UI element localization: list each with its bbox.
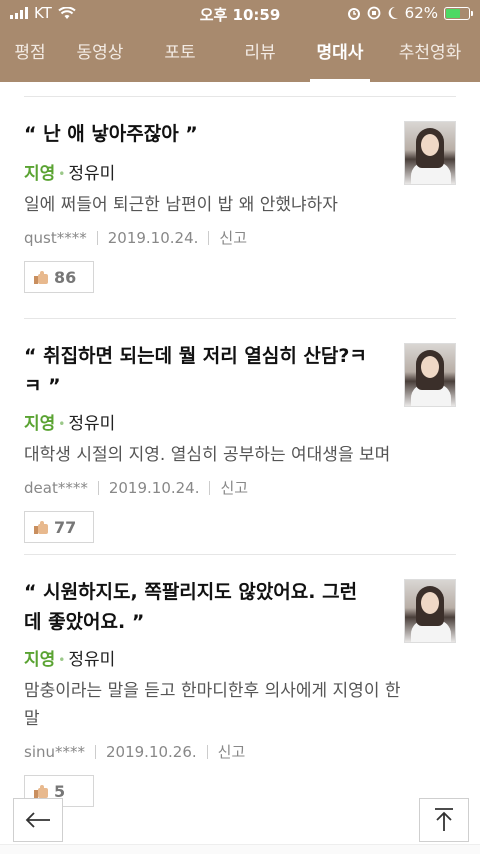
quote-text: “ 시원하지도, 쪽팔리지도 않았어요. 그런 데 좋았어요. ” (24, 581, 358, 633)
thumbs-up-icon (34, 270, 48, 284)
meta-row: sinu**** 2019.10.26. 신고 (24, 741, 245, 762)
actor-name[interactable]: 정유미 (68, 164, 115, 184)
scroll-top-button[interactable] (419, 798, 469, 842)
character-name[interactable]: 지영 (24, 164, 55, 184)
separator-dot: • (58, 417, 66, 431)
post-date: 2019.10.24. (108, 478, 200, 497)
like-count: 77 (54, 517, 77, 537)
actor-name[interactable]: 정유미 (68, 650, 115, 670)
famous-lines-list: “ 난 애 낳아주잖아 ” 지영 • 정유미 일에 쩌들어 퇴근한 남편이 밥 왜 … (24, 96, 456, 807)
tab-recommended[interactable]: 추천영화 (380, 26, 480, 82)
line-description: 일에 쩌들어 퇴근한 남편이 밥 왜 안했냐하자 (24, 195, 338, 215)
quote-text: “ 난 애 낳아주잖아 ” (24, 123, 198, 145)
thumbs-up-icon (34, 784, 48, 798)
status-bar: KT 오후 10:59 62% (0, 0, 480, 26)
tab-videos[interactable]: 동영상 (60, 26, 140, 82)
line-item: “ 시원하지도, 쪽팔리지도 않았어요. 그런 데 좋았어요. ” 지영 • 정유미 … (24, 555, 456, 807)
tab-bar: 평점 동영상 포토 리뷰 명대사 추천영화 (0, 26, 480, 82)
tab-famous-lines[interactable]: 명대사 (300, 26, 380, 82)
role-line: 지영 • 정유미 (24, 159, 115, 184)
line-description: 대학생 시절의 지영. 열심히 공부하는 여대생을 보며 (24, 445, 391, 465)
post-date: 2019.10.26. (106, 742, 197, 761)
role-line: 지영 • 정유미 (24, 645, 115, 670)
tab-photos[interactable]: 포토 (140, 26, 220, 82)
line-description: 맘충이라는 말을 듣고 한마디한후 의사에게 지영이 한말 (24, 681, 401, 729)
like-button[interactable]: 77 (24, 511, 94, 543)
user-id: sinu**** (24, 742, 85, 761)
report-link[interactable]: 신고 (218, 741, 246, 762)
battery-icon (444, 6, 473, 20)
user-id: deat**** (24, 478, 88, 497)
arrow-left-icon (25, 812, 50, 828)
separator-dot: • (58, 167, 66, 181)
separator-dot: • (58, 653, 66, 667)
line-item: “ 취집하면 되는데 뭘 저리 열심히 산담?ㅋㅋ ” 지영 • 정유미 대학생 시… (24, 319, 456, 554)
report-link[interactable]: 신고 (220, 477, 248, 498)
meta-row: qust**** 2019.10.24. 신고 (24, 227, 247, 248)
actor-photo[interactable] (404, 343, 456, 407)
quote-text: “ 취집하면 되는데 뭘 저리 열심히 산담?ㅋㅋ ” (24, 345, 367, 397)
line-item: “ 난 애 낳아주잖아 ” 지영 • 정유미 일에 쩌들어 퇴근한 남편이 밥 왜 … (24, 97, 456, 318)
actor-photo[interactable] (404, 121, 456, 185)
actor-name[interactable]: 정유미 (68, 414, 115, 434)
actor-photo[interactable] (404, 579, 456, 643)
like-count: 86 (54, 267, 77, 287)
meta-row: deat**** 2019.10.24. 신고 (24, 477, 248, 498)
back-button[interactable] (13, 798, 63, 842)
tab-rating[interactable]: 평점 (0, 26, 60, 82)
thumbs-up-icon (34, 520, 48, 534)
status-right: 62% (347, 4, 473, 22)
arrow-up-to-top-icon (435, 808, 453, 831)
battery-percent: 62% (404, 4, 438, 22)
post-date: 2019.10.24. (107, 228, 199, 247)
character-name[interactable]: 지영 (24, 650, 55, 670)
orientation-lock-icon (367, 6, 381, 20)
like-button[interactable]: 86 (24, 261, 94, 293)
character-name[interactable]: 지영 (24, 414, 55, 434)
bottom-bar (0, 844, 480, 854)
role-line: 지영 • 정유미 (24, 409, 115, 434)
tab-reviews[interactable]: 리뷰 (220, 26, 300, 82)
report-link[interactable]: 신고 (219, 227, 247, 248)
user-id: qust**** (24, 228, 87, 247)
moon-icon (388, 6, 398, 19)
alarm-icon (347, 8, 360, 20)
